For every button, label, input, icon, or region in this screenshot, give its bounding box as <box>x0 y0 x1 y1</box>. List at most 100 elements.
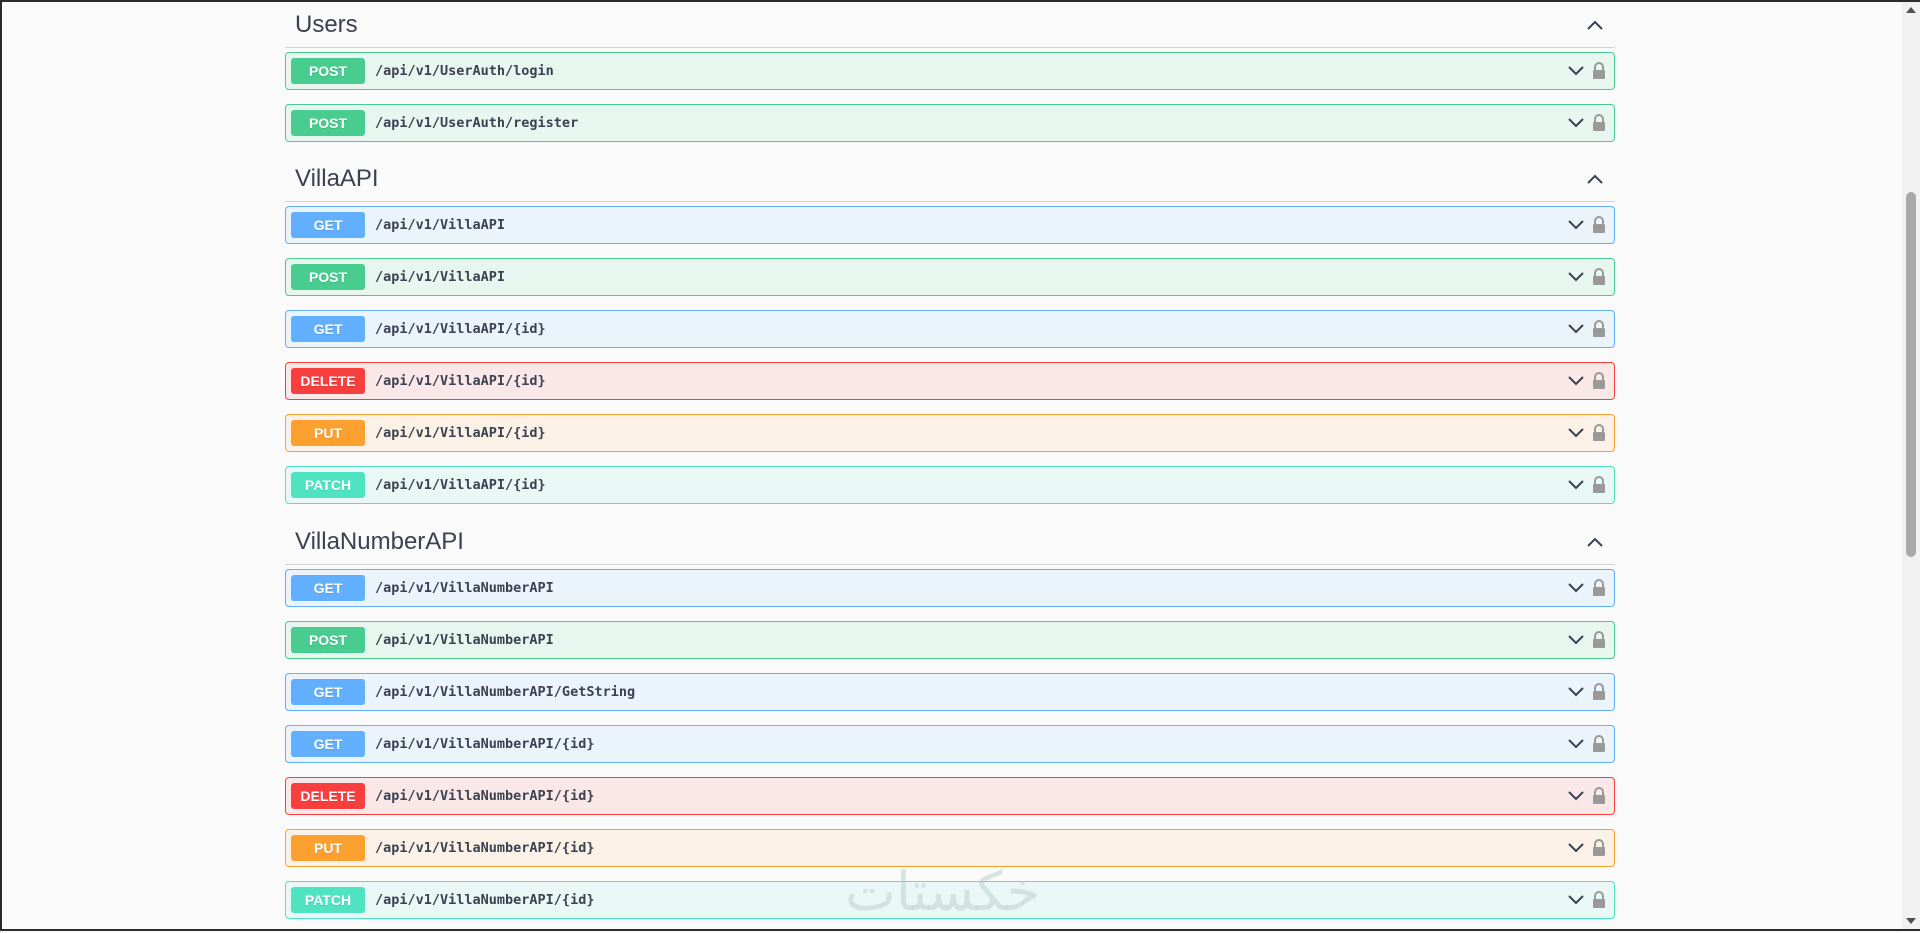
window-frame-left <box>0 0 2 931</box>
lock-icon[interactable] <box>1592 631 1606 649</box>
operation-path: /api/v1/UserAuth/register <box>375 115 579 131</box>
method-badge: POST <box>291 627 365 653</box>
chevron-down-icon[interactable] <box>1568 687 1584 697</box>
operation-path: /api/v1/VillaAPI/{id} <box>375 373 546 389</box>
operation-row-put[interactable]: PUT/api/v1/VillaAPI/{id} <box>285 414 1615 452</box>
lock-icon[interactable] <box>1592 839 1606 857</box>
tag-header[interactable]: Users <box>285 2 1615 48</box>
lock-icon[interactable] <box>1592 114 1606 132</box>
chevron-down-icon[interactable] <box>1568 220 1584 230</box>
lock-icon[interactable] <box>1592 476 1606 494</box>
lock-icon[interactable] <box>1592 372 1606 390</box>
chevron-down-icon[interactable] <box>1568 324 1584 334</box>
method-badge: DELETE <box>291 783 365 809</box>
operation-actions <box>1568 674 1606 710</box>
tag-title: Users <box>295 10 358 38</box>
chevron-down-icon[interactable] <box>1568 895 1584 905</box>
operation-actions <box>1568 53 1606 89</box>
operation-path: /api/v1/VillaNumberAPI/{id} <box>375 840 595 856</box>
operation-row-get[interactable]: GET/api/v1/VillaAPI <box>285 206 1615 244</box>
chevron-up-icon[interactable] <box>1585 15 1605 35</box>
operation-actions <box>1568 778 1606 814</box>
operation-row-post[interactable]: POST/api/v1/UserAuth/register <box>285 104 1615 142</box>
lock-icon[interactable] <box>1592 216 1606 234</box>
lock-icon[interactable] <box>1592 62 1606 80</box>
operation-path: /api/v1/UserAuth/login <box>375 63 554 79</box>
operation-actions <box>1568 105 1606 141</box>
method-badge: GET <box>291 731 365 757</box>
lock-icon[interactable] <box>1592 424 1606 442</box>
method-badge: GET <box>291 575 365 601</box>
operation-row-patch[interactable]: PATCH/api/v1/VillaAPI/{id} <box>285 466 1615 504</box>
operation-path: /api/v1/VillaNumberAPI/{id} <box>375 892 595 908</box>
chevron-down-icon[interactable] <box>1568 791 1584 801</box>
method-badge: PATCH <box>291 887 365 913</box>
chevron-down-icon[interactable] <box>1568 118 1584 128</box>
tag-section-users: Users POST/api/v1/UserAuth/login POST/api/… <box>285 2 1615 156</box>
operation-row-get[interactable]: GET/api/v1/VillaAPI/{id} <box>285 310 1615 348</box>
chevron-down-icon[interactable] <box>1568 272 1584 282</box>
lock-icon[interactable] <box>1592 579 1606 597</box>
watermark-logo: خکستات <box>845 860 1040 923</box>
method-badge: PATCH <box>291 472 365 498</box>
lock-icon[interactable] <box>1592 320 1606 338</box>
tag-header[interactable]: VillaAPI <box>285 156 1615 202</box>
tag-title: VillaAPI <box>295 164 379 192</box>
tag-section-villaapi: VillaAPI GET/api/v1/VillaAPI POST/api/v1/V… <box>285 156 1615 518</box>
operation-path: /api/v1/VillaAPI/{id} <box>375 425 546 441</box>
tag-header[interactable]: VillaNumberAPI <box>285 519 1615 565</box>
lock-icon[interactable] <box>1592 735 1606 753</box>
method-badge: POST <box>291 58 365 84</box>
method-badge: PUT <box>291 420 365 446</box>
operation-row-get[interactable]: GET/api/v1/VillaNumberAPI/GetString <box>285 673 1615 711</box>
chevron-down-icon[interactable] <box>1568 843 1584 853</box>
operation-path: /api/v1/VillaNumberAPI/{id} <box>375 736 595 752</box>
chevron-down-icon[interactable] <box>1568 66 1584 76</box>
operation-actions <box>1568 570 1606 606</box>
chevron-down-icon[interactable] <box>1568 428 1584 438</box>
chevron-down-icon[interactable] <box>1568 739 1584 749</box>
method-badge: GET <box>291 212 365 238</box>
scroll-down-arrow-icon[interactable] <box>1902 913 1920 929</box>
lock-icon[interactable] <box>1592 683 1606 701</box>
chevron-down-icon[interactable] <box>1568 376 1584 386</box>
chevron-down-icon[interactable] <box>1568 583 1584 593</box>
lock-icon[interactable] <box>1592 787 1606 805</box>
method-badge: POST <box>291 110 365 136</box>
operation-actions <box>1568 622 1606 658</box>
scroll-up-arrow-icon[interactable] <box>1902 2 1920 18</box>
operation-path: /api/v1/VillaNumberAPI <box>375 580 554 596</box>
chevron-down-icon[interactable] <box>1568 480 1584 490</box>
operation-path: /api/v1/VillaAPI/{id} <box>375 477 546 493</box>
chevron-up-icon[interactable] <box>1585 532 1605 552</box>
method-badge: PUT <box>291 835 365 861</box>
method-badge: DELETE <box>291 368 365 394</box>
operation-path: /api/v1/VillaNumberAPI/GetString <box>375 684 636 700</box>
vertical-scrollbar[interactable] <box>1902 2 1920 929</box>
operation-row-get[interactable]: GET/api/v1/VillaNumberAPI <box>285 569 1615 607</box>
operation-actions <box>1568 363 1606 399</box>
method-badge: POST <box>291 264 365 290</box>
chevron-down-icon[interactable] <box>1568 635 1584 645</box>
operation-row-post[interactable]: POST/api/v1/VillaAPI <box>285 258 1615 296</box>
chevron-up-icon[interactable] <box>1585 169 1605 189</box>
operation-path: /api/v1/VillaNumberAPI/{id} <box>375 788 595 804</box>
operation-actions <box>1568 726 1606 762</box>
operation-actions <box>1568 259 1606 295</box>
operation-row-get[interactable]: GET/api/v1/VillaNumberAPI/{id} <box>285 725 1615 763</box>
scroll-thumb[interactable] <box>1906 192 1916 557</box>
operation-row-delete[interactable]: DELETE/api/v1/VillaAPI/{id} <box>285 362 1615 400</box>
lock-icon[interactable] <box>1592 891 1606 909</box>
operation-actions <box>1568 882 1606 918</box>
operation-row-post[interactable]: POST/api/v1/UserAuth/login <box>285 52 1615 90</box>
lock-icon[interactable] <box>1592 268 1606 286</box>
operation-path: /api/v1/VillaAPI <box>375 269 506 285</box>
operation-actions <box>1568 207 1606 243</box>
tag-title: VillaNumberAPI <box>295 527 464 555</box>
operation-path: /api/v1/VillaNumberAPI <box>375 632 554 648</box>
operation-row-delete[interactable]: DELETE/api/v1/VillaNumberAPI/{id} <box>285 777 1615 815</box>
operation-row-post[interactable]: POST/api/v1/VillaNumberAPI <box>285 621 1615 659</box>
operation-actions <box>1568 415 1606 451</box>
method-badge: GET <box>291 316 365 342</box>
operation-path: /api/v1/VillaAPI/{id} <box>375 321 546 337</box>
